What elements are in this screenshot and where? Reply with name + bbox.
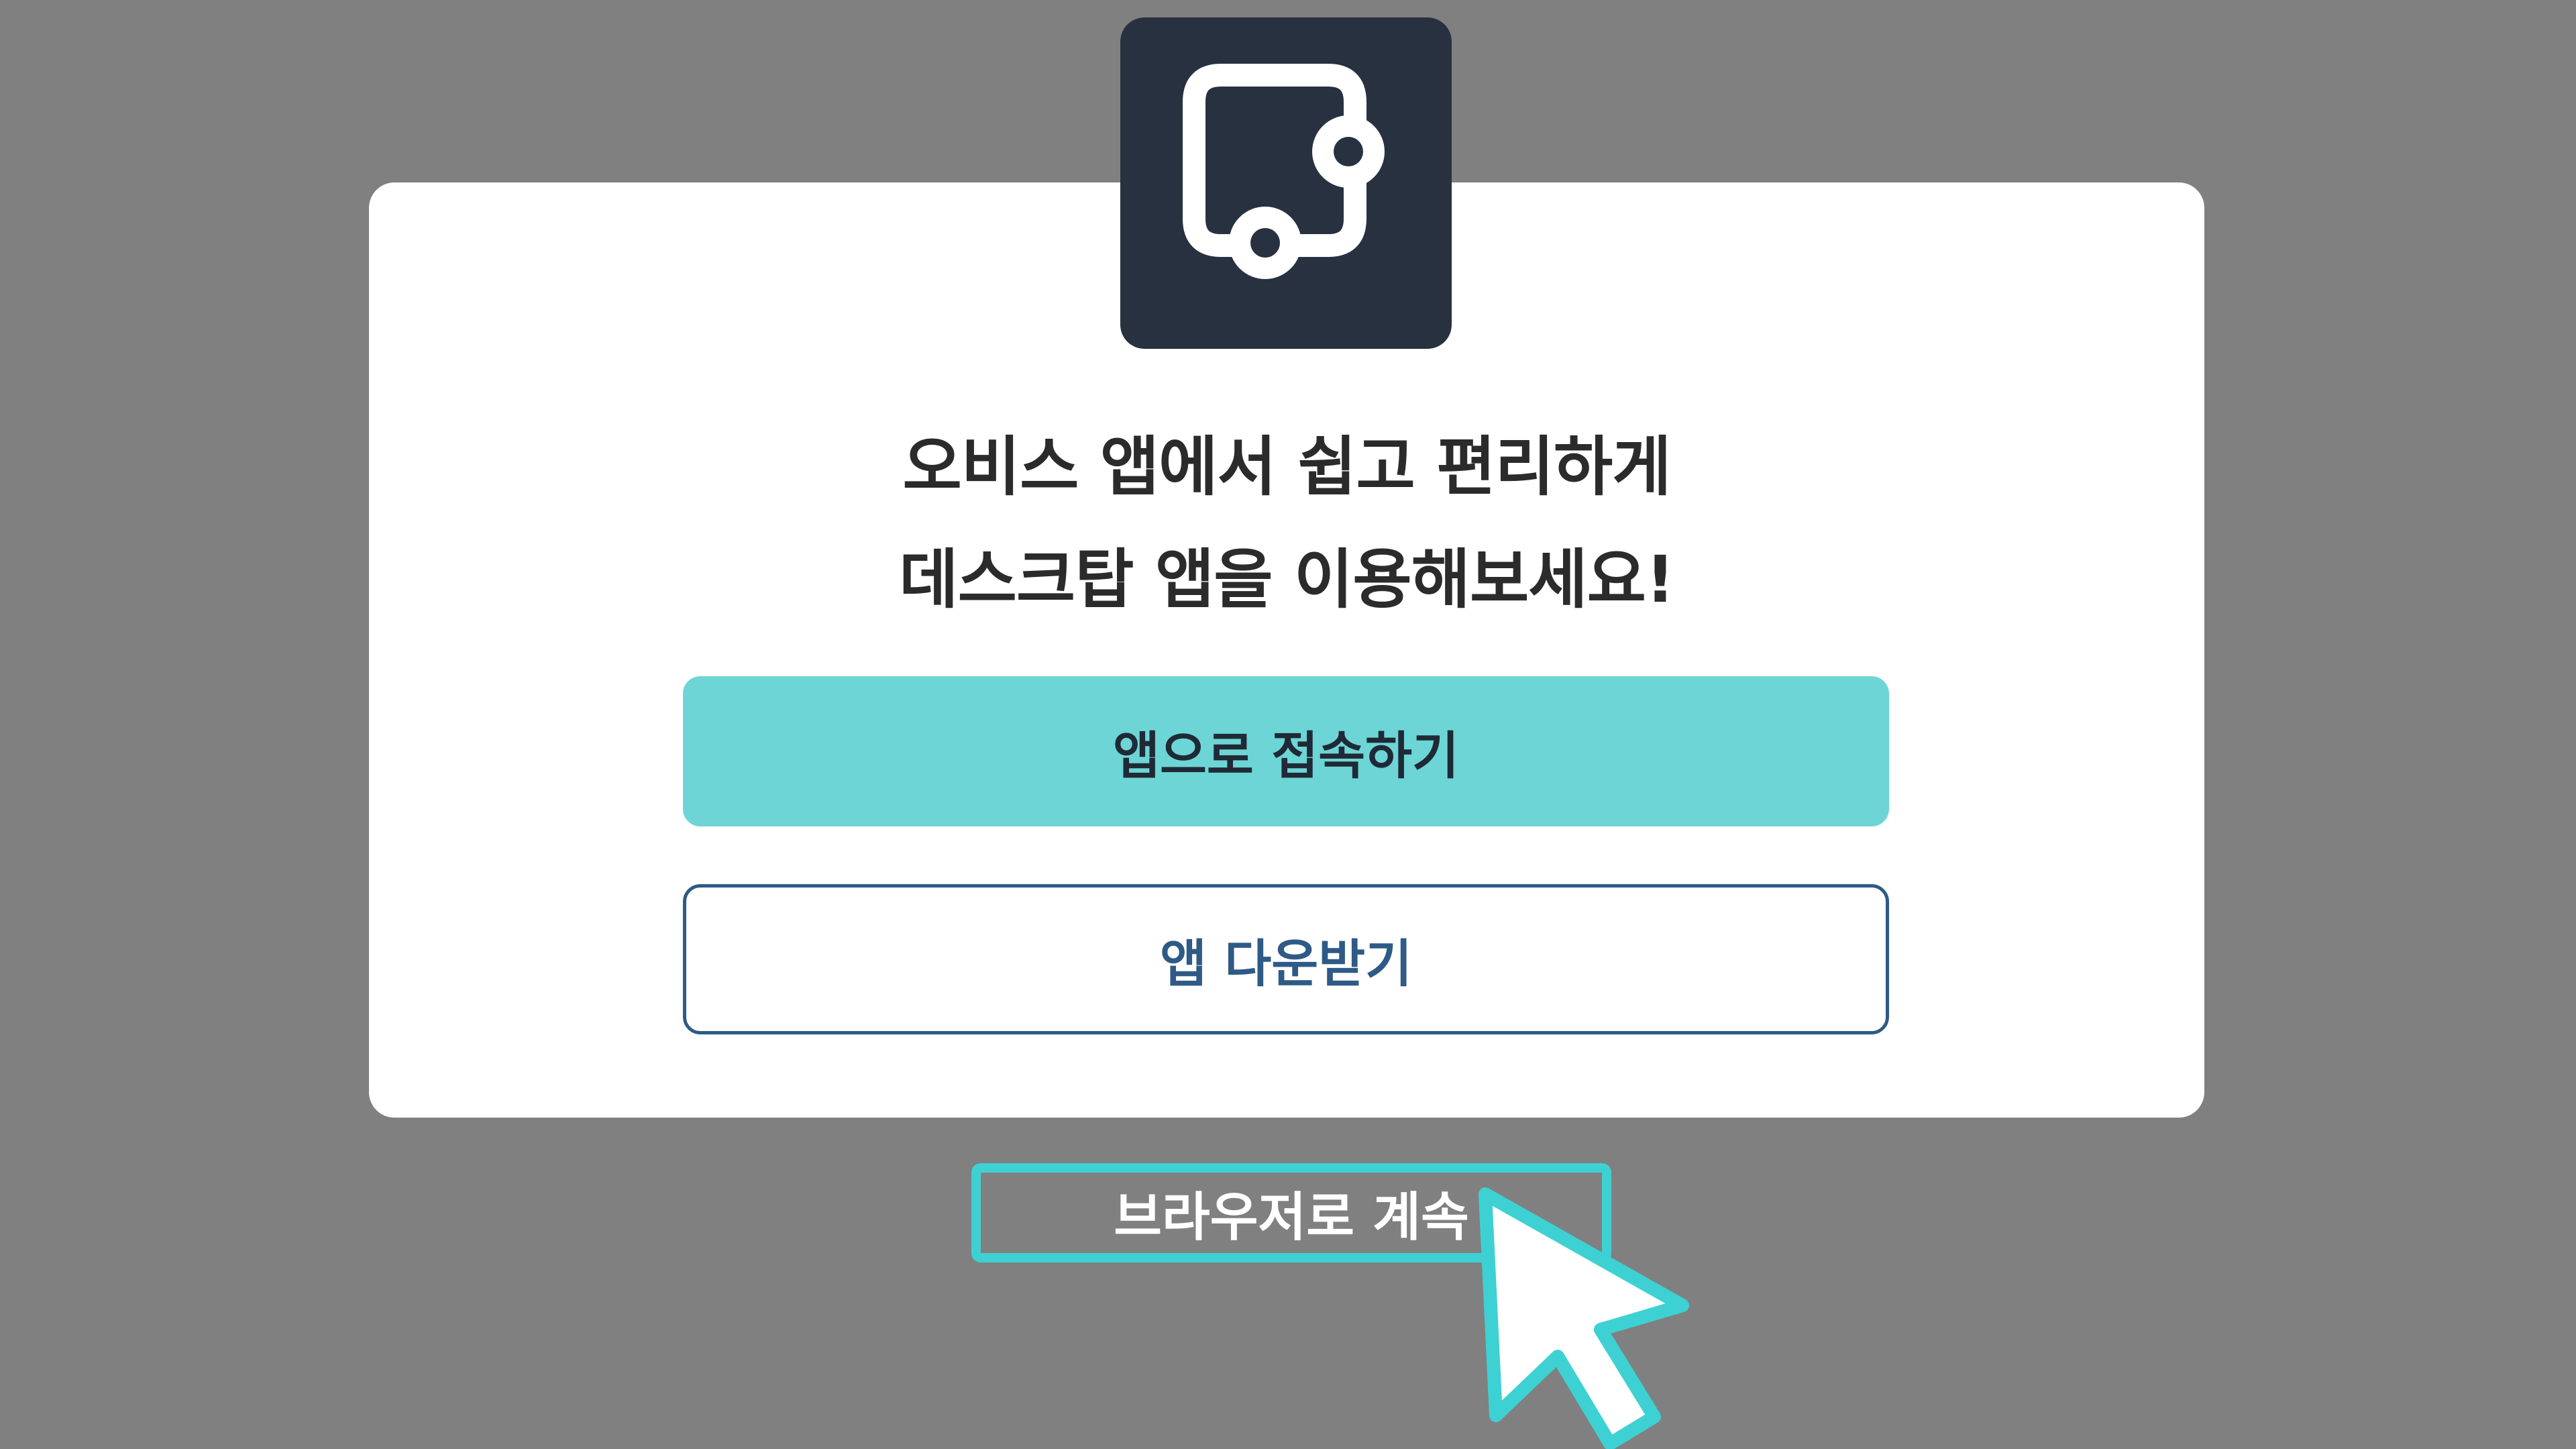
headline-line-1: 오비스 앱에서 쉽고 편리하게 [902, 429, 1671, 504]
download-app-button[interactable]: 앱 다운받기 [683, 884, 1889, 1034]
desktop-app-window-icon [1183, 64, 1385, 279]
continue-in-browser-link[interactable]: 브라우저로 계속 [971, 1163, 1611, 1263]
app-launch-screen: 오비스 앱에서 쉽고 편리하게 데스크탑 앱을 이용해보세요! 앱으로 접속하기… [0, 0, 2576, 1449]
dialog-headline: 오비스 앱에서 쉽고 편리하게 데스크탑 앱을 이용해보세요! [369, 411, 2204, 636]
headline-line-2: 데스크탑 앱을 이용해보세요! [899, 542, 1674, 617]
app-logo [1120, 17, 1452, 349]
open-in-app-button[interactable]: 앱으로 접속하기 [683, 676, 1889, 826]
